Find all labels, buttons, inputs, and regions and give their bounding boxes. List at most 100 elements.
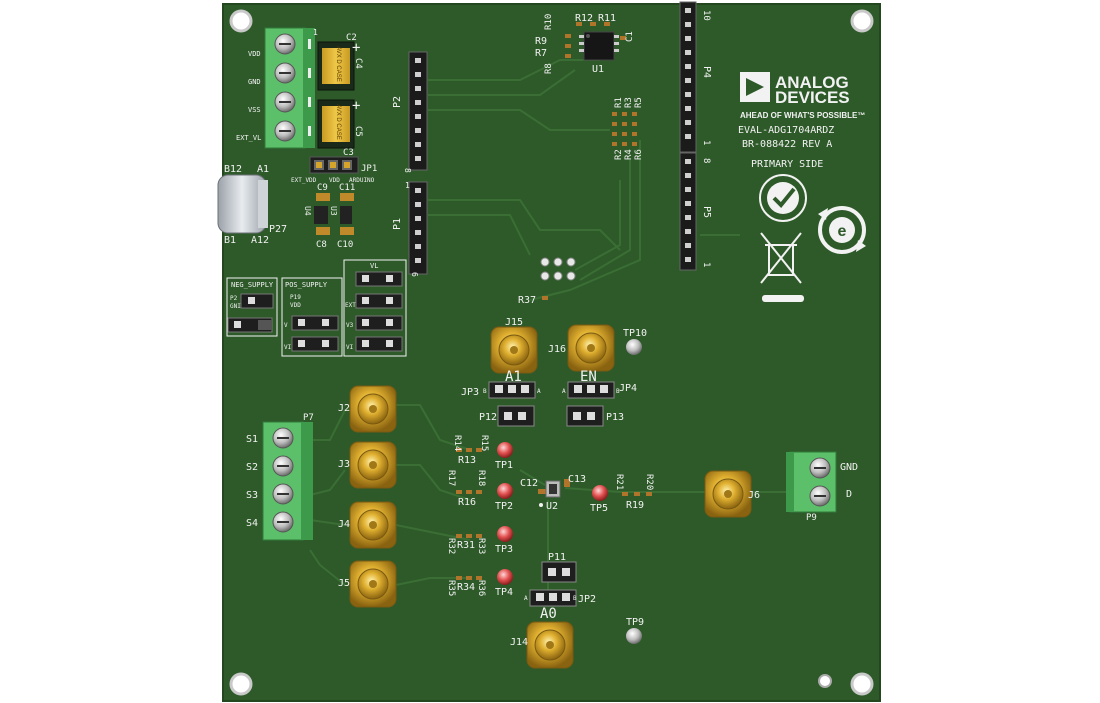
r2-label: R2 [614, 149, 624, 160]
p4-pin-10-label: 10 [701, 10, 711, 21]
p5-header-label: P5 [701, 206, 712, 218]
pcb-board-render: VDD GND VSS EXT_VL 1 AVX D CASE AVX D CA… [217, 1, 881, 702]
j6-label: J6 [748, 490, 760, 501]
header-p5[interactable] [679, 152, 697, 271]
tp2 [497, 483, 513, 499]
j14-label: J14 [510, 637, 528, 648]
en-label: EN [580, 369, 597, 385]
output-terminal-block[interactable] [786, 451, 837, 513]
pos-supply-v-label: V [284, 322, 288, 329]
jumper-jp2[interactable] [529, 589, 577, 607]
usb-a12-label: A12 [251, 235, 269, 246]
jumper-jp1[interactable] [309, 156, 359, 174]
header-p2[interactable] [408, 51, 428, 171]
pos-supply-vdd-label: VDD [290, 302, 301, 309]
sma-j15 [490, 326, 538, 374]
sma-j14 [526, 621, 574, 669]
board-model: EVAL-ADG1704ARDZ [738, 125, 834, 136]
jp3-pin-a: A [537, 388, 541, 395]
brand-tagline: AHEAD OF WHAT'S POSSIBLE™ [740, 111, 865, 120]
header-p11[interactable] [541, 561, 577, 583]
j4-label: J4 [338, 519, 350, 530]
r37-resistor [542, 296, 548, 300]
sma-j16 [567, 324, 615, 372]
jp3-label: JP3 [461, 387, 479, 398]
jp4-pin-a: A [562, 388, 566, 395]
terminal-label-gnd: GND [248, 78, 261, 86]
r9-label: R9 [535, 36, 547, 47]
p5-pin-8-label: 8 [701, 158, 711, 163]
brand-line-2: DEVICES [775, 88, 850, 107]
usb-c-connector[interactable] [217, 174, 268, 234]
r11-label: R11 [598, 13, 616, 24]
p2-header-label: P2 [392, 96, 403, 108]
terminal-label-vdd: VDD [248, 50, 261, 58]
jp1-label: JP1 [361, 164, 377, 174]
tp10-label: TP10 [623, 328, 647, 339]
neg-supply-title: NEG_SUPPLY [231, 281, 274, 289]
r35-label: R35 [446, 580, 456, 596]
r1-label: R1 [614, 97, 624, 108]
pos-supply-p-label: P19 [290, 294, 301, 301]
r7-label: R7 [535, 48, 547, 59]
j3-label: J3 [338, 459, 350, 470]
svg-text:AVX D CASE: AVX D CASE [335, 104, 341, 140]
terminal-label-ext-vl: EXT_VL [236, 134, 261, 142]
u4-label: U4 [303, 206, 312, 216]
tp4 [497, 569, 513, 585]
c1-label: C1 [625, 31, 635, 42]
r10-label: R10 [544, 14, 554, 30]
switch-ic-u2 [545, 480, 561, 498]
j15-label: J15 [505, 317, 523, 328]
neg-supply-p-label: P2 [230, 295, 238, 302]
ic-u1 [579, 31, 619, 61]
j16-label: J16 [548, 344, 566, 355]
r33-label: R33 [476, 538, 486, 554]
s2-label: S2 [246, 462, 258, 473]
sma-j3 [349, 441, 397, 489]
p9-gnd-label: GND [840, 462, 858, 473]
sma-j2 [349, 385, 397, 433]
r3-label: R3 [624, 97, 634, 108]
tp3 [497, 526, 513, 542]
c13-label: C13 [568, 474, 586, 485]
r8-label: R8 [544, 63, 554, 74]
svg-text:e: e [838, 223, 847, 240]
sma-j4 [349, 501, 397, 549]
r14-label: R14 [452, 435, 462, 451]
header-p4[interactable] [679, 1, 697, 153]
c4-label: C4 [353, 58, 363, 69]
jp1-ext-vdd-label: EXT_VDD [291, 177, 317, 184]
r36-label: R36 [476, 580, 486, 596]
terminal-pin-1-label: 1 [313, 28, 318, 37]
r13-label: R13 [458, 455, 476, 466]
p4-pin-1-label: 1 [701, 140, 711, 145]
r15-label: R15 [479, 435, 489, 451]
header-p13[interactable] [566, 405, 604, 427]
u3-label: U3 [329, 206, 338, 216]
r16-label: R16 [458, 497, 476, 508]
p5-pin-1-label: 1 [701, 262, 711, 267]
pos-supply-title: POS_SUPPLY [285, 281, 328, 289]
power-terminal-block[interactable] [264, 27, 315, 149]
a0-label: A0 [540, 606, 557, 622]
usb-b12-label: B12 [224, 164, 242, 175]
signal-terminal-block[interactable] [262, 421, 313, 541]
p7-label: P7 [303, 413, 314, 423]
polarity-plus-mark: + [352, 40, 360, 56]
vl-supply-v3-label: V3 [346, 322, 354, 329]
tp1 [497, 442, 513, 458]
jp3-pin-b: B [483, 388, 487, 395]
r31-label: R31 [457, 540, 475, 551]
usb-b1-label: B1 [224, 235, 236, 246]
board-side: PRIMARY SIDE [751, 159, 823, 170]
c11-label: C11 [339, 183, 355, 193]
tantalum-capacitor-c3: AVX D CASE [317, 99, 355, 149]
analog-devices-logo [740, 72, 770, 102]
header-p1[interactable] [408, 181, 428, 275]
header-p12[interactable] [497, 405, 535, 427]
tp5-label: TP5 [590, 503, 608, 514]
r17-label: R17 [446, 470, 456, 486]
tp5 [592, 485, 608, 501]
u1-label: U1 [592, 64, 604, 75]
